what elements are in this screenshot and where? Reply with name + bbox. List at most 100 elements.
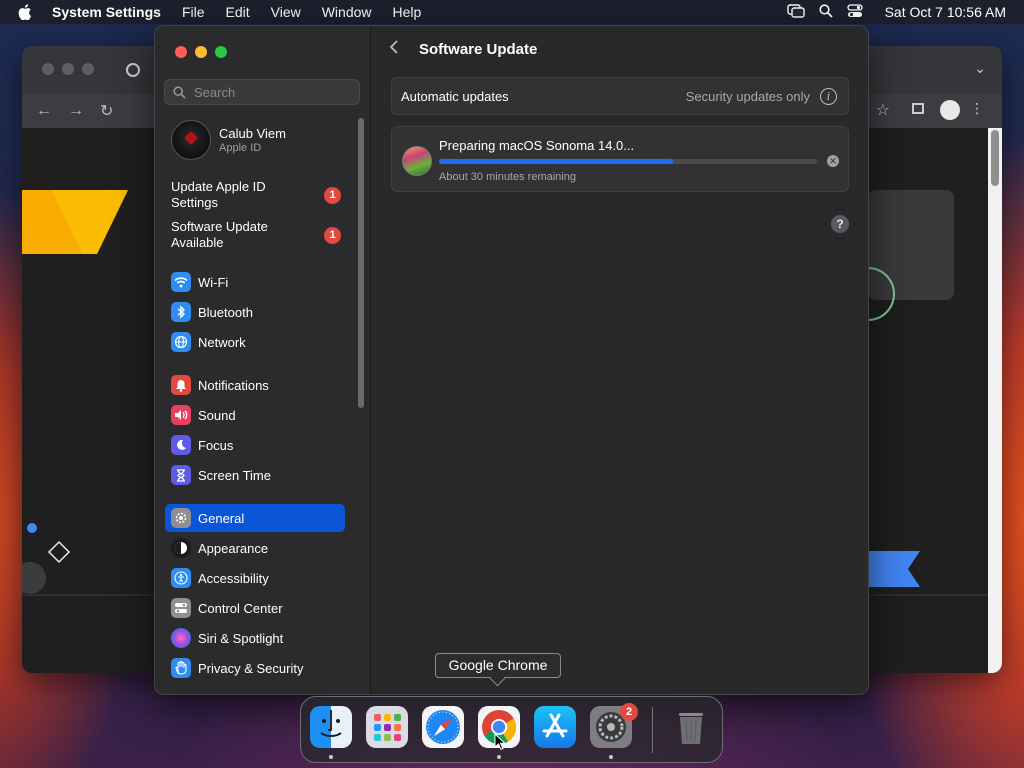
apple-menu-icon[interactable] xyxy=(18,4,34,20)
search-placeholder: Search xyxy=(194,84,236,100)
system-settings-window: Search Calub Viem Apple ID Update Apple … xyxy=(154,25,869,695)
menu-help[interactable]: Help xyxy=(393,4,422,20)
notice-label: Update Apple ID Settings xyxy=(171,179,266,210)
chrome-minimize-button[interactable] xyxy=(62,63,74,75)
menu-file[interactable]: File xyxy=(182,4,205,20)
control-center-icon[interactable] xyxy=(846,3,863,21)
chrome-scrollbar-track[interactable] xyxy=(988,128,1002,673)
sidebar-item-network[interactable]: Network xyxy=(165,328,345,356)
globe-icon xyxy=(171,332,191,352)
notice-badge: 1 xyxy=(324,187,341,204)
pane-header: Software Update xyxy=(389,40,537,59)
sidebar-item-siri-spotlight[interactable]: Siri & Spotlight xyxy=(165,624,345,652)
apple-id-profile[interactable]: Calub Viem Apple ID xyxy=(171,120,286,160)
siri-icon xyxy=(171,628,191,648)
sidebar-item-label: Appearance xyxy=(198,540,269,556)
wifi-icon xyxy=(171,272,191,292)
sidebar-item-bluetooth[interactable]: Bluetooth xyxy=(165,298,345,326)
sidebar-item-focus[interactable]: Focus xyxy=(165,431,345,459)
sidebar-item-privacy-security[interactable]: Privacy & Security xyxy=(165,654,345,682)
settings-sidebar: Search Calub Viem Apple ID Update Apple … xyxy=(155,26,371,694)
chrome-profile-icon[interactable] xyxy=(940,100,960,120)
sidebar-item-label: General xyxy=(198,510,245,526)
back-chevron-icon[interactable] xyxy=(389,40,405,59)
sidebar-item-general[interactable]: General xyxy=(165,504,345,532)
search-field[interactable]: Search xyxy=(164,79,360,105)
system-settings-badge: 2 xyxy=(620,703,638,721)
chrome-tab-list-chevron-icon[interactable]: ⌄ xyxy=(974,60,986,77)
menu-view[interactable]: View xyxy=(271,4,301,20)
finder-icon[interactable] xyxy=(310,706,352,748)
menu-window[interactable]: Window xyxy=(322,4,372,20)
automatic-updates-value: Security updates only xyxy=(685,89,810,104)
page-title: Software Update xyxy=(419,41,538,58)
chrome-zoom-button[interactable] xyxy=(82,63,94,75)
hand-icon xyxy=(171,658,191,678)
sidebar-item-label: Accessibility xyxy=(198,570,269,586)
chrome-scrollbar-thumb[interactable] xyxy=(991,130,999,186)
toggles-icon xyxy=(171,598,191,618)
finder-running-dot xyxy=(329,755,333,759)
mouse-cursor-icon xyxy=(494,732,507,756)
menu-clock[interactable]: Sat Oct 7 10:56 AM xyxy=(885,4,1006,20)
sidebar-item-wifi[interactable]: Wi-Fi xyxy=(165,268,345,296)
zoom-button[interactable] xyxy=(215,46,227,58)
trash-icon[interactable] xyxy=(670,706,712,748)
notice-label: Software Update Available xyxy=(171,219,268,250)
sidebar-item-label: Control Center xyxy=(198,600,283,616)
appearance-icon xyxy=(171,538,191,558)
avatar xyxy=(171,120,211,160)
sidebar-item-accessibility[interactable]: Accessibility xyxy=(165,564,345,592)
launchpad-icon[interactable] xyxy=(366,706,408,748)
update-title: Preparing macOS Sonoma 14.0... xyxy=(439,138,635,153)
chrome-forward-icon[interactable]: → xyxy=(68,102,84,120)
sidebar-item-label: Network xyxy=(198,334,246,350)
spotlight-search-icon[interactable] xyxy=(818,3,833,21)
moon-icon xyxy=(171,435,191,455)
chrome-close-button[interactable] xyxy=(42,63,54,75)
dock-separator xyxy=(652,707,653,753)
sidebar-item-label: Sound xyxy=(198,407,236,423)
software-update-pane: Software Update Automatic updates Securi… xyxy=(371,26,868,694)
chrome-menu-icon[interactable]: ⋮ xyxy=(970,100,984,117)
sidebar-item-label: Wi-Fi xyxy=(198,274,229,290)
close-button[interactable] xyxy=(175,46,187,58)
help-button[interactable]: ? xyxy=(831,215,849,233)
sidebar-item-label: Notifications xyxy=(198,377,269,393)
sidebar-item-notifications[interactable]: Notifications xyxy=(165,371,345,399)
sidebar-item-screen-time[interactable]: Screen Time xyxy=(165,461,345,489)
update-apple-id-settings-notice[interactable]: Update Apple ID Settings 1 xyxy=(171,179,341,211)
automatic-updates-label: Automatic updates xyxy=(401,89,509,104)
sidebar-item-label: Privacy & Security xyxy=(198,660,304,676)
software-update-available-notice[interactable]: Software Update Available 1 xyxy=(171,219,341,251)
minimize-button[interactable] xyxy=(195,46,207,58)
info-icon[interactable]: i xyxy=(820,88,837,105)
menu-edit[interactable]: Edit xyxy=(226,4,250,20)
chrome-side-panel-icon[interactable] xyxy=(912,103,924,114)
system-settings-running-dot xyxy=(609,755,613,759)
sidebar-item-sound[interactable]: Sound xyxy=(165,401,345,429)
hourglass-icon xyxy=(171,465,191,485)
sidebar-item-label: Screen Time xyxy=(198,467,271,483)
safari-icon[interactable] xyxy=(422,706,464,748)
profile-name: Calub Viem xyxy=(219,126,286,141)
sidebar-scrollbar[interactable] xyxy=(358,118,364,408)
chrome-tab-favicon-icon xyxy=(126,63,140,77)
sidebar-item-label: Focus xyxy=(198,437,234,453)
bell-icon xyxy=(171,375,191,395)
cancel-update-icon[interactable]: ✕ xyxy=(827,155,839,167)
search-icon xyxy=(173,85,186,99)
chrome-back-icon[interactable]: ← xyxy=(36,102,52,120)
sidebar-item-appearance[interactable]: Appearance xyxy=(165,534,345,562)
dock: 2 xyxy=(300,696,723,763)
update-progress-card: Preparing macOS Sonoma 14.0... About 30 … xyxy=(391,126,849,192)
notice-badge: 1 xyxy=(324,227,341,244)
bluetooth-icon xyxy=(171,302,191,322)
app-store-icon[interactable] xyxy=(534,706,576,748)
update-progress-bar xyxy=(439,159,817,164)
chrome-reload-icon[interactable]: ↻ xyxy=(100,101,113,121)
menu-app-name[interactable]: System Settings xyxy=(52,4,161,20)
screen-mirroring-icon[interactable] xyxy=(786,3,805,21)
chrome-bookmark-star-icon[interactable]: ☆ xyxy=(876,100,890,120)
sidebar-item-control-center[interactable]: Control Center xyxy=(165,594,345,622)
